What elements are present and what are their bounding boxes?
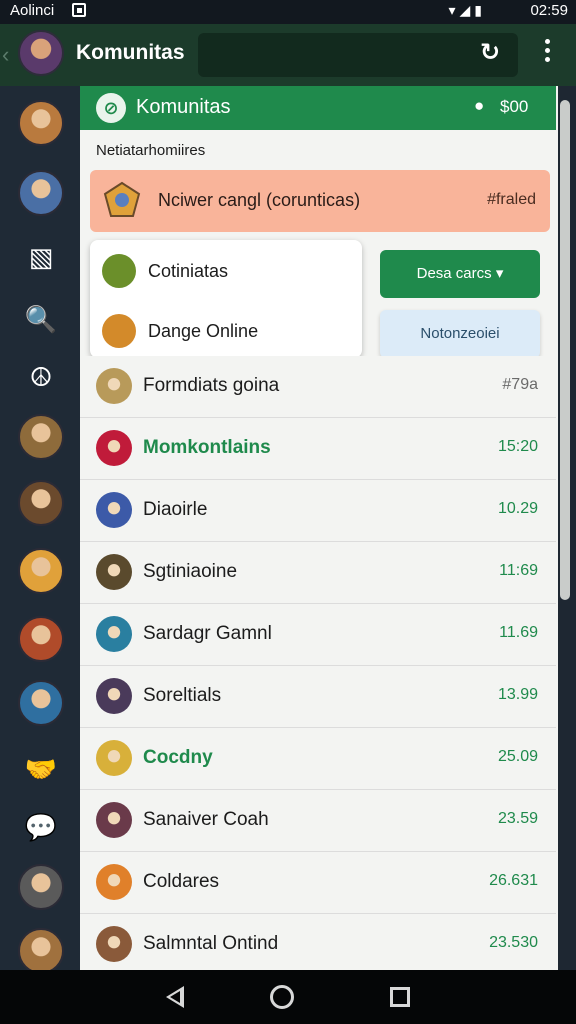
- list-item-value: #79a: [502, 376, 538, 393]
- list-item-value: 15:20: [497, 438, 538, 455]
- banner-status: #fraled: [487, 191, 536, 208]
- list-item-name: Formdiats goina: [143, 375, 280, 396]
- chat-bubble-icon[interactable]: 💬: [18, 804, 64, 850]
- list-item[interactable]: Coldares 26.631: [80, 852, 556, 914]
- list-item-icon: [96, 554, 132, 590]
- nav-home-icon[interactable]: [270, 985, 294, 1009]
- list-item-value: 26.631: [489, 872, 538, 889]
- system-nav-bar: [0, 970, 576, 1024]
- card-item-cotiniatas[interactable]: Cotiniatas: [102, 252, 228, 290]
- list-item-name: Diaoirle: [143, 499, 208, 520]
- scrollbar[interactable]: [560, 100, 570, 600]
- hero-avatar-8-icon[interactable]: [18, 864, 64, 910]
- status-bar: Aolinci ▾◢▮ 02:59: [0, 0, 576, 24]
- nav-back-icon[interactable]: [158, 980, 192, 1014]
- dropdown-button[interactable]: Desa carcs ▾: [380, 250, 540, 298]
- back-icon[interactable]: ‹: [2, 42, 9, 68]
- peace-icon[interactable]: ☮: [18, 354, 64, 400]
- list-item-name: Sgtiniaoine: [143, 561, 238, 582]
- list-item-value: 11.69: [499, 624, 538, 641]
- list-item-value: 25.09: [497, 748, 538, 765]
- refresh-icon[interactable]: ↻: [480, 38, 500, 67]
- list-item-value: 13.99: [497, 686, 538, 703]
- list-item[interactable]: Formdiats goina #79a: [80, 356, 556, 418]
- handshake-icon[interactable]: 🤝: [18, 746, 64, 792]
- signal-icons: ▾◢▮: [448, 2, 486, 18]
- carrier-label: Aolinci: [10, 2, 55, 19]
- card-item-label: Cotiniatas: [148, 260, 229, 281]
- card-item-icon: [102, 254, 136, 288]
- card-item-label: Dange Online: [148, 320, 259, 341]
- list-item-name: Soreltials: [143, 685, 222, 706]
- hero-avatar-9-icon[interactable]: [18, 928, 64, 974]
- hero-avatar-7-icon[interactable]: [18, 680, 64, 726]
- list-item[interactable]: Salmntal Ontind 23.530: [80, 914, 556, 970]
- hero-avatar-1-icon[interactable]: [18, 100, 64, 146]
- search-input[interactable]: [198, 33, 518, 77]
- list-item-icon: [96, 616, 132, 652]
- search-icon[interactable]: 🔍: [18, 296, 64, 342]
- emblem-icon: [103, 181, 141, 217]
- list-item-name: Cocdny: [143, 747, 213, 768]
- list-item[interactable]: Sanaiver Coah 23.59: [80, 790, 556, 852]
- list-item-value: 23.59: [497, 810, 538, 827]
- hero-avatar-2-icon[interactable]: [18, 170, 64, 216]
- panel-header: ⊘ Komunitas ● $00: [80, 86, 556, 130]
- main-panel: ⊘ Komunitas ● $00 Netiatarhomiires Nciwe…: [80, 86, 558, 970]
- list-item-name: Sardagr Gamnl: [143, 623, 272, 644]
- sidebar: ▧ 🔍 ☮ 🤝 💬: [0, 86, 80, 974]
- list-item-icon: [96, 740, 132, 776]
- list-item-icon: [96, 430, 132, 466]
- list-item-icon: [96, 802, 132, 838]
- list-item-name: Sanaiver Coah: [143, 809, 269, 830]
- image-icon[interactable]: ▧: [18, 234, 64, 280]
- card-item-dange-online[interactable]: Dange Online: [102, 312, 258, 350]
- list-item-icon: [96, 864, 132, 900]
- list-item-name: Salmntal Ontind: [143, 933, 279, 954]
- more-vert-icon[interactable]: [538, 36, 556, 66]
- list-item-value: 10.29: [497, 500, 538, 517]
- list-item[interactable]: Sardagr Gamnl 11.69: [80, 604, 556, 666]
- dropdown-label: Desa carcs: [416, 265, 492, 282]
- user-icon: ●: [474, 96, 485, 115]
- community-card: Cotiniatas Dange Online: [90, 240, 362, 358]
- list-item[interactable]: Soreltials 13.99: [80, 666, 556, 728]
- secondary-button[interactable]: Notonzeoiei: [380, 310, 540, 358]
- clock: 02:59: [530, 2, 568, 19]
- hero-avatar-5-icon[interactable]: [18, 548, 64, 594]
- list-item-icon: [96, 492, 132, 528]
- card-item-icon: [102, 314, 136, 348]
- hero-avatar-6-icon[interactable]: [18, 616, 64, 662]
- notification-icon: [72, 3, 86, 17]
- list-item-icon: [96, 368, 132, 404]
- list-item-icon: [96, 678, 132, 714]
- hero-avatar-4-icon[interactable]: [18, 480, 64, 526]
- list-item[interactable]: Momkontlains 15:20: [80, 418, 556, 480]
- app-bar: ‹ Komunitas ↻: [0, 24, 576, 86]
- subheading: Netiatarhomiires: [96, 142, 206, 159]
- chevron-down-icon: ▾: [495, 265, 504, 282]
- header-stat: $00: [500, 97, 529, 116]
- app-title: Komunitas: [76, 41, 185, 64]
- banner-text: Nciwer cangl (corunticas): [158, 190, 361, 210]
- list-item-name: Momkontlains: [143, 437, 271, 458]
- list-item-value: 11:69: [499, 562, 538, 579]
- list-item[interactable]: Cocdny 25.09: [80, 728, 556, 790]
- list-item-icon: [96, 926, 132, 962]
- list-item[interactable]: Sgtiniaoine 11:69: [80, 542, 556, 604]
- nav-recents-icon[interactable]: [390, 987, 410, 1007]
- community-list: Formdiats goina #79a Momkontlains 15:20 Diao…: [80, 356, 556, 970]
- community-logo-icon: ⊘: [96, 93, 126, 123]
- panel-title: Komunitas: [136, 96, 231, 118]
- list-item[interactable]: Diaoirle 10.29: [80, 480, 556, 542]
- list-item-name: Coldares: [143, 871, 220, 892]
- hero-avatar-3-icon[interactable]: [18, 414, 64, 460]
- featured-banner[interactable]: Nciwer cangl (corunticas) #fraled: [90, 170, 550, 232]
- app-root: Aolinci ▾◢▮ 02:59 ‹ Komunitas ↻ ▧ 🔍 ☮ 🤝 💬 ⊘ …: [0, 0, 576, 1024]
- list-item-value: 23.530: [489, 934, 538, 951]
- avatar[interactable]: [18, 30, 64, 76]
